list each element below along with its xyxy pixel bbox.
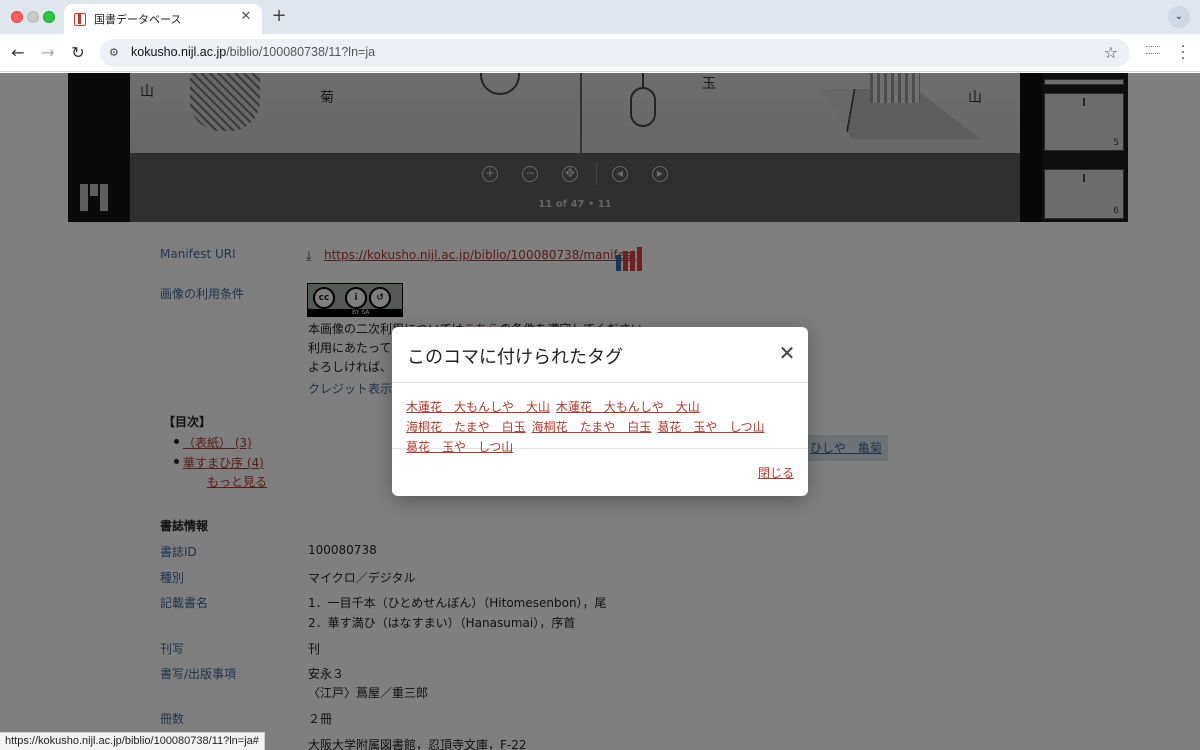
modal-header: このコマに付けられたタグ ✕ (392, 327, 808, 383)
window-maximize-button[interactable] (43, 11, 55, 23)
tag-link[interactable]: 木蓮花 大もんしや 大山 (556, 400, 700, 414)
tag-link[interactable]: 木蓮花 大もんしや 大山 (406, 400, 550, 414)
close-icon[interactable]: ✕ (778, 343, 796, 363)
window-minimize-button[interactable] (27, 11, 39, 23)
address-bar[interactable]: ⚙ kokusho.nijl.ac.jp/biblio/100080738/11… (100, 39, 1130, 67)
url-host: kokusho.nijl.ac.jp (131, 45, 227, 59)
tab-title: 国書データベース (94, 13, 182, 26)
modal-footer: 閉じる (392, 449, 808, 496)
back-arrow-icon[interactable]: ← (8, 43, 28, 63)
extensions-icon[interactable] (1146, 46, 1160, 54)
tags-modal: このコマに付けられたタグ ✕ 木蓮花 大もんしや 大山 木蓮花 大もんしや 大山海… (392, 327, 808, 496)
site-settings-icon[interactable]: ⚙ (109, 46, 123, 60)
modal-title: このコマに付けられたタグ (407, 347, 623, 368)
url-text[interactable]: kokusho.nijl.ac.jp/biblio/100080738/11?l… (131, 45, 375, 59)
tag-link[interactable]: 海桐花 たまや 白玉 (532, 420, 652, 434)
tab-close-icon[interactable]: ✕ (238, 9, 254, 25)
url-path: /biblio/100080738/11?ln=ja (226, 45, 376, 59)
site-favicon-icon (74, 13, 86, 26)
close-button[interactable]: 閉じる (758, 464, 794, 481)
tag-link[interactable]: 葛花 玉や しつ山 (657, 420, 764, 434)
modal-body: 木蓮花 大もんしや 大山 木蓮花 大もんしや 大山海桐花 たまや 白玉 海桐花 たま… (392, 383, 808, 454)
link-status-bar: https://kokusho.nijl.ac.jp/biblio/100080… (0, 732, 265, 750)
browser-tab-active[interactable]: 国書データベース ✕ (64, 4, 262, 34)
browser-toolbar: ← → ↻ ⚙ kokusho.nijl.ac.jp/biblio/100080… (0, 34, 1200, 72)
bookmark-star-icon[interactable]: ☆ (1104, 43, 1118, 62)
window-close-button[interactable] (11, 11, 23, 23)
tab-search-button[interactable]: ⌄ (1168, 6, 1190, 28)
reload-icon[interactable]: ↻ (68, 43, 88, 63)
forward-arrow-icon[interactable]: → (38, 43, 58, 63)
browser-tab-bar: 国書データベース ✕ + ⌄ (0, 0, 1200, 34)
new-tab-button[interactable]: + (268, 5, 290, 27)
tag-list: 木蓮花 大もんしや 大山 木蓮花 大もんしや 大山海桐花 たまや 白玉 海桐花 たま… (406, 397, 806, 457)
browser-menu-icon[interactable]: · · · (1178, 40, 1188, 66)
tag-link[interactable]: 海桐花 たまや 白玉 (406, 420, 526, 434)
